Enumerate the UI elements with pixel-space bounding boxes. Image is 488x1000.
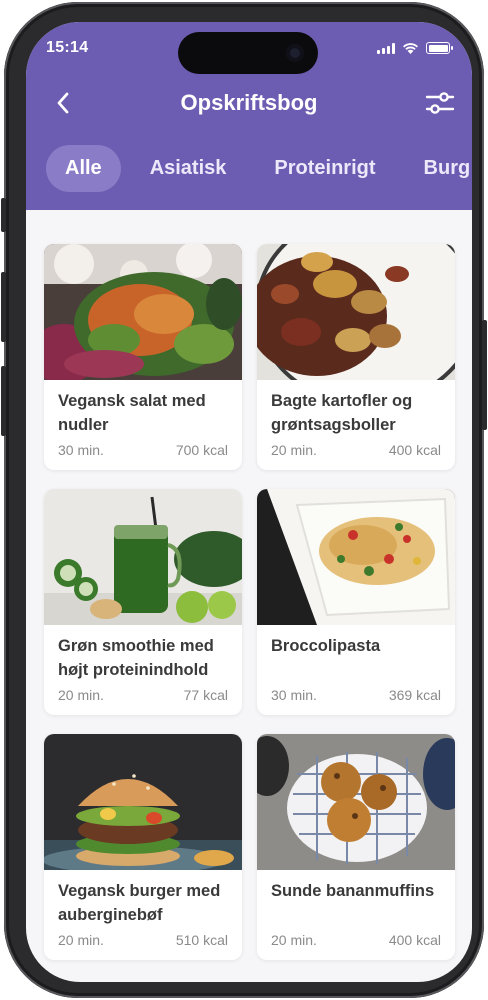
power-button <box>482 320 487 430</box>
recipe-time: 30 min. <box>271 687 317 703</box>
recipe-card[interactable]: Grøn smoothie med højt proteinindhold 20… <box>44 489 242 715</box>
wifi-icon <box>403 43 418 54</box>
status-icons <box>377 42 453 54</box>
status-time: 15:14 <box>46 39 89 56</box>
recipe-time: 20 min. <box>58 687 104 703</box>
recipe-title: Grøn smoothie med højt proteinindhold <box>58 637 214 679</box>
recipe-card[interactable]: Broccolipasta 30 min. 369 kcal <box>257 489 455 715</box>
volume-down-button <box>1 366 6 436</box>
recipe-title: Vegansk salat med nudler <box>58 392 206 434</box>
camera-icon <box>286 44 304 62</box>
recipe-time: 20 min. <box>58 932 104 948</box>
tab-alle[interactable]: Alle <box>46 144 121 192</box>
tab-burger[interactable]: Burg <box>405 145 472 192</box>
recipe-time: 30 min. <box>58 442 104 458</box>
recipe-title: Vegansk burger med auberginebøf <box>58 882 221 924</box>
cellular-signal-icon <box>377 42 395 54</box>
recipe-kcal: 77 kcal <box>183 687 228 703</box>
recipe-photo-pasta <box>257 489 455 625</box>
recipe-photo-burger <box>44 734 242 870</box>
filter-button[interactable] <box>422 88 458 118</box>
recipe-title: Broccolipasta <box>271 637 381 655</box>
recipe-kcal: 400 kcal <box>388 932 441 948</box>
silent-switch <box>1 198 6 232</box>
recipe-photo-salad <box>44 244 242 380</box>
sliders-icon <box>425 92 455 114</box>
phone-frame: 15:14 Opskriftsbog Alle Asiatisk Protein… <box>1 2 487 998</box>
recipe-time: 20 min. <box>271 932 317 948</box>
battery-icon <box>426 42 453 54</box>
app-screen: 15:14 Opskriftsbog Alle Asiatisk Protein… <box>26 22 472 982</box>
recipe-photo-smoothie <box>44 489 242 625</box>
category-tabs: Alle Asiatisk Proteinrigt Burg <box>46 144 472 192</box>
recipe-photo-muffins <box>257 734 455 870</box>
recipe-kcal: 400 kcal <box>388 442 441 458</box>
recipe-photo-potatoes <box>257 244 455 380</box>
page-title: Opskriftsbog <box>180 90 318 115</box>
app-header: 15:14 Opskriftsbog Alle Asiatisk Protein… <box>26 22 472 210</box>
recipe-card[interactable]: Vegansk burger med auberginebøf 20 min. … <box>44 734 242 960</box>
dynamic-island <box>178 32 318 74</box>
recipe-kcal: 510 kcal <box>175 932 228 948</box>
recipe-grid: Vegansk salat med nudler 30 min. 700 kca… <box>44 244 456 960</box>
volume-up-button <box>1 272 6 342</box>
recipe-title: Sunde bananmuffins <box>271 882 435 900</box>
recipe-card[interactable]: Bagte kartofler og grøntsagsboller 20 mi… <box>257 244 455 470</box>
recipe-kcal: 700 kcal <box>175 442 228 458</box>
tab-asiatisk[interactable]: Asiatisk <box>131 145 246 192</box>
recipe-card[interactable]: Sunde bananmuffins 20 min. 400 kcal <box>257 734 455 960</box>
recipe-card[interactable]: Vegansk salat med nudler 30 min. 700 kca… <box>44 244 242 470</box>
recipe-title: Bagte kartofler og grøntsagsboller <box>271 392 413 434</box>
recipe-kcal: 369 kcal <box>388 687 441 703</box>
tab-proteinrigt[interactable]: Proteinrigt <box>255 145 394 192</box>
recipe-time: 20 min. <box>271 442 317 458</box>
